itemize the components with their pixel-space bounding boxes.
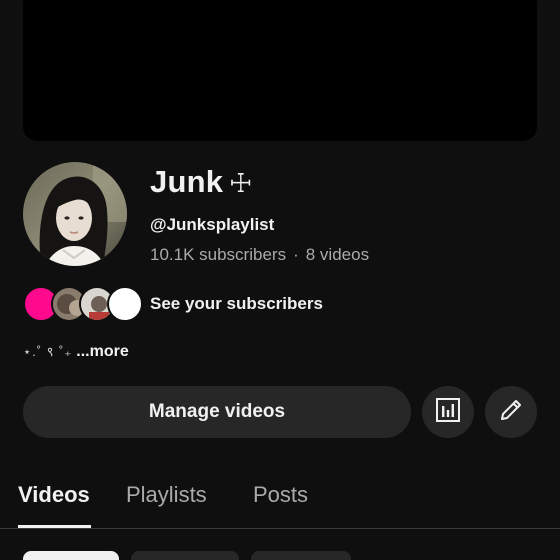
channel-stats: 10.1K subscribers · 8 videos: [150, 245, 369, 265]
tab-posts[interactable]: Posts: [253, 482, 308, 508]
subscriber-avatar: [107, 286, 143, 322]
channel-page: Junk ☩ @Junksplaylist 10.1K subscribers · 8…: [0, 0, 560, 560]
channel-description[interactable]: ⋆.˚ ९ ˚₊ ...more: [23, 342, 129, 361]
description-text: ⋆.˚ ९ ˚₊: [23, 344, 73, 359]
video-count: 8 videos: [305, 245, 370, 264]
channel-avatar[interactable]: [23, 162, 127, 266]
filter-chip[interactable]: [23, 551, 119, 560]
analytics-icon: [435, 397, 461, 428]
tab-playlists[interactable]: Playlists: [126, 482, 207, 508]
tab-videos[interactable]: Videos: [18, 482, 90, 508]
edit-channel-button[interactable]: [485, 386, 537, 438]
channel-banner[interactable]: [23, 0, 537, 141]
tabs-divider: [0, 528, 560, 529]
subscriber-avatars[interactable]: [23, 286, 143, 322]
cross-symbol: ☩: [229, 168, 253, 198]
channel-name-text: Junk: [150, 164, 224, 199]
filter-chip[interactable]: [131, 551, 239, 560]
see-subscribers-link[interactable]: See your subscribers: [150, 294, 323, 314]
channel-tabs: Videos Playlists Posts: [0, 470, 560, 529]
filter-chip[interactable]: [251, 551, 351, 560]
pencil-icon: [498, 397, 524, 428]
more-link[interactable]: ...more: [76, 343, 128, 360]
manage-videos-button[interactable]: Manage videos: [23, 386, 411, 438]
analytics-button[interactable]: [422, 386, 474, 438]
channel-name: Junk ☩: [150, 164, 253, 200]
subscriber-count: 10.1K subscribers: [150, 245, 287, 264]
stats-separator: ·: [293, 245, 299, 264]
channel-handle: @Junksplaylist: [150, 215, 275, 234]
